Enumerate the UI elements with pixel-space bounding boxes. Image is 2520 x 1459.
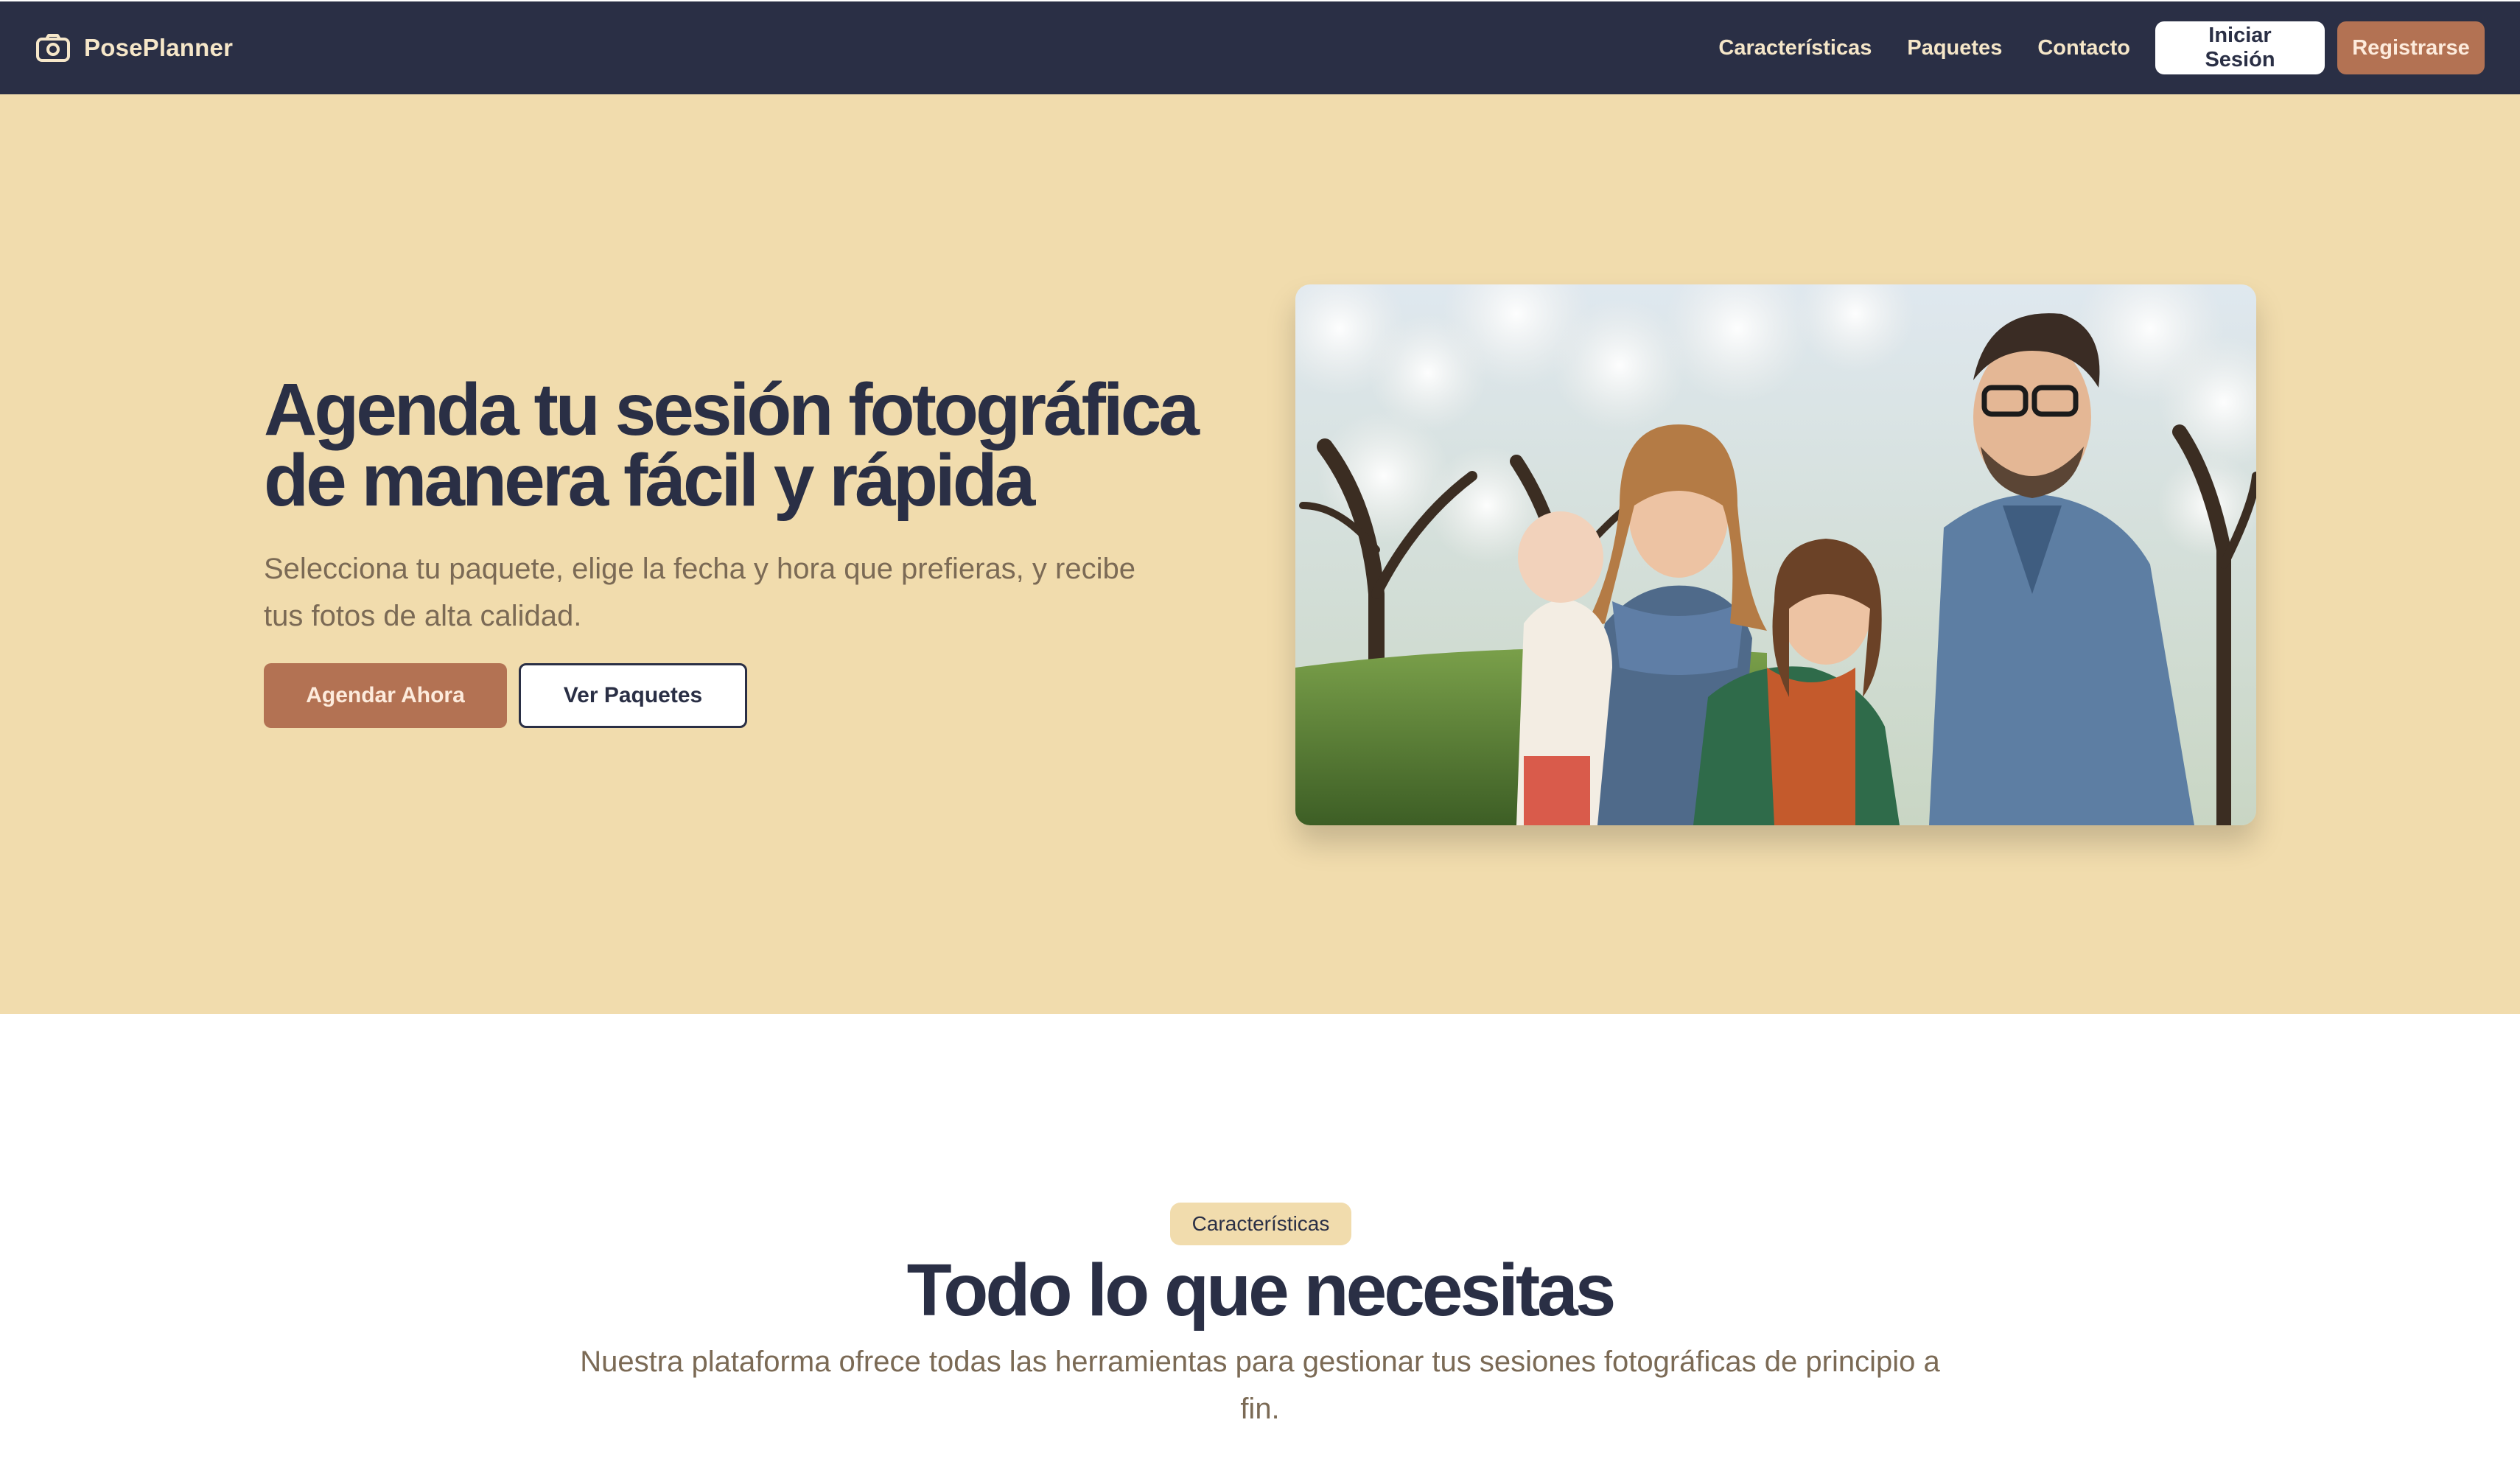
features-badge: Características (1170, 1203, 1351, 1245)
hero-section: Agenda tu sesión fotográfica de manera f… (0, 94, 2520, 1014)
hero-subtitle: Selecciona tu paquete, elige la fecha y … (264, 553, 1135, 632)
nav-link-contacto[interactable]: Contacto (2037, 36, 2130, 60)
hero-title-line-2: de manera fácil y rápida (264, 439, 1035, 522)
top-navbar: PosePlanner Características Paquetes Con… (0, 0, 2520, 94)
brand[interactable]: PosePlanner (35, 33, 233, 63)
register-button[interactable]: Registrarse (2337, 21, 2485, 74)
nav-link-paquetes[interactable]: Paquetes (1907, 36, 2002, 60)
features-title: Todo lo que necesitas (906, 1249, 1617, 1332)
login-button[interactable]: Iniciar Sesión (2155, 21, 2325, 74)
features-section: Características Todo lo que necesitas Nu… (0, 1014, 2520, 1459)
hero-title: Agenda tu sesión fotográfica de manera f… (264, 373, 1222, 517)
brand-name: PosePlanner (84, 34, 234, 61)
family-photo-illustration (1295, 284, 2256, 825)
features-subtitle: Nuestra plataforma ofrece todas las herr… (580, 1346, 1940, 1425)
view-packages-button[interactable]: Ver Paquetes (519, 663, 747, 728)
book-now-button[interactable]: Agendar Ahora (264, 663, 507, 728)
hero-family-photo (1295, 284, 2256, 825)
nav-link-caracteristicas[interactable]: Características (1718, 36, 1872, 60)
hero-actions: Agendar Ahora Ver Paquetes (264, 663, 747, 728)
main-nav: Características Paquetes Contacto Inicia… (1718, 21, 2485, 74)
camera-icon (35, 33, 71, 63)
